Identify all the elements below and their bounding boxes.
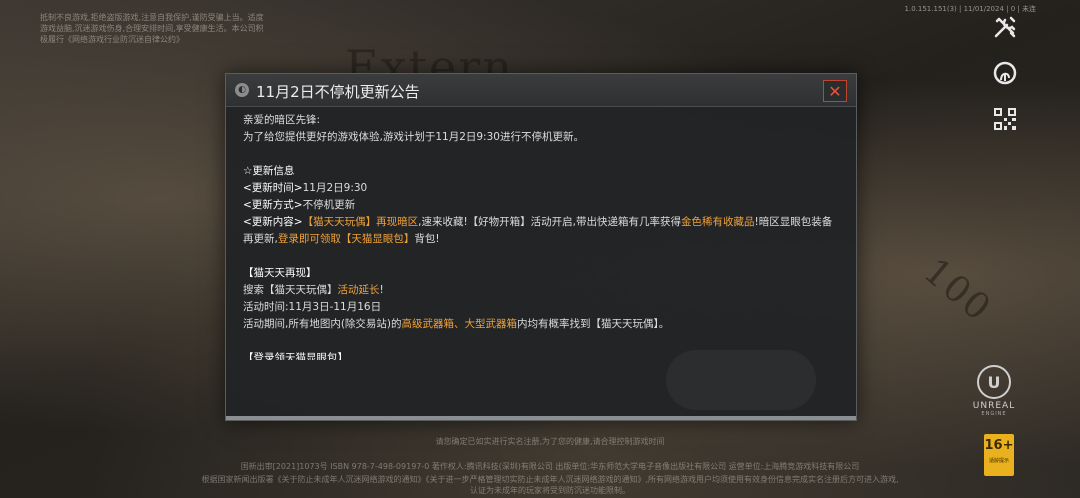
game-logo-icon: ◐: [235, 83, 249, 97]
age-rating-badge: 16+ 适龄提示: [984, 434, 1014, 476]
footer-publication-info: 国新出审[2021]1073号 ISBN 978-7-498-09197-0 著…: [240, 462, 860, 471]
update-content-label: <更新内容>: [243, 216, 303, 228]
update-time-label: <更新时间>: [243, 182, 303, 194]
footer-health-notice: 请您确定已如实进行实名注册,为了您的健康,请合理控制游戏时间: [435, 437, 665, 446]
update-content-line: <更新内容>【猫天天玩偶】再现暗区,速来收藏!【好物开箱】活动开启,带出快递箱有…: [243, 214, 836, 248]
close-button[interactable]: ✕: [823, 80, 847, 102]
footer-regulation-line: 根据国家新闻出版署《关于防止未成年人沉迷网络游戏的通知》《关于进一步严格管理切实…: [201, 475, 899, 484]
age-rating-value: 16+: [984, 438, 1014, 453]
event-text-2: 内均有概率找到【猫天天玩偶】。: [517, 318, 670, 330]
dialog-bottom-bar: [226, 416, 856, 420]
update-time-line: <更新时间>11月2日9:30: [243, 180, 836, 197]
search-text-1: 搜索【猫天天玩偶】: [243, 284, 338, 296]
content-text-1: ,速来收藏!【好物开箱】活动开启,带出快递箱有几率获得: [418, 216, 681, 228]
footer-regulation-line-2: 认证为未成年的玩家将受到防沉迷功能限制。: [470, 486, 630, 495]
announcement-body[interactable]: 亲爱的暗区先锋: 为了给您提供更好的游戏体验,游戏计划于11月2日9:30进行不…: [243, 112, 836, 360]
unreal-logo-icon: U: [977, 365, 1011, 399]
section-cat-heading: 【猫天天再现】: [243, 267, 317, 279]
greeting-text: 亲爱的暗区先锋:: [243, 114, 321, 126]
tools-icon[interactable]: [990, 12, 1020, 42]
section-login-heading: 【登录领天猫显眼包】: [243, 352, 348, 360]
content-highlight-2: 金色稀有收藏品: [681, 216, 755, 228]
content-text-3: 背包!: [414, 233, 440, 245]
event-highlight: 高级武器箱、大型武器箱: [401, 318, 518, 330]
content-highlight-3: 登录即可领取【天猫显眼包】: [277, 233, 415, 245]
announcement-dialog: ◐ 11月2日不停机更新公告 ✕ 亲爱的暗区先锋: 为了给您提供更好的游戏体验,…: [225, 73, 857, 421]
event-text-1: 活动期间,所有地图内(除交易站)的: [243, 318, 402, 330]
unreal-label: UNREAL: [972, 401, 1016, 411]
anti-addiction-notice: 抵制不良游戏,拒绝盗版游戏,注意自我保护,谨防受骗上当。适度游戏益脑,沉迷游戏伤…: [40, 13, 264, 44]
update-info-heading: ☆更新信息: [243, 165, 295, 177]
dialog-header: ◐ 11月2日不停机更新公告 ✕: [226, 74, 856, 107]
event-detail-line: 活动期间,所有地图内(除交易站)的高级武器箱、大型武器箱内均有概率找到【猫天天玩…: [243, 316, 836, 333]
update-time-value: 11月2日9:30: [302, 182, 368, 194]
update-method-label: <更新方式>: [243, 199, 303, 211]
fingerprint-icon[interactable]: [990, 58, 1020, 88]
unreal-engine-logo: U UNREAL ENGINE: [964, 365, 1024, 417]
event-period-text: 活动时间:11月3日-11月16日: [243, 301, 382, 313]
update-method-line: <更新方式>不停机更新: [243, 197, 836, 214]
intro-text: 为了给您提供更好的游戏体验,游戏计划于11月2日9:30进行不停机更新。: [243, 131, 584, 143]
dialog-title: 11月2日不停机更新公告: [256, 83, 420, 101]
age-rating-sub: 适龄提示: [988, 458, 1009, 464]
search-text-2: !: [379, 284, 384, 296]
unreal-sub-label: ENGINE: [981, 411, 1007, 417]
update-method-value: 不停机更新: [302, 199, 356, 211]
qr-code-icon[interactable]: [990, 104, 1020, 134]
search-line: 搜索【猫天天玩偶】活动延长!: [243, 282, 836, 299]
content-highlight-1: 【猫天天玩偶】再现暗区: [302, 216, 419, 228]
search-highlight: 活动延长: [337, 284, 380, 296]
close-icon: ✕: [828, 81, 842, 101]
